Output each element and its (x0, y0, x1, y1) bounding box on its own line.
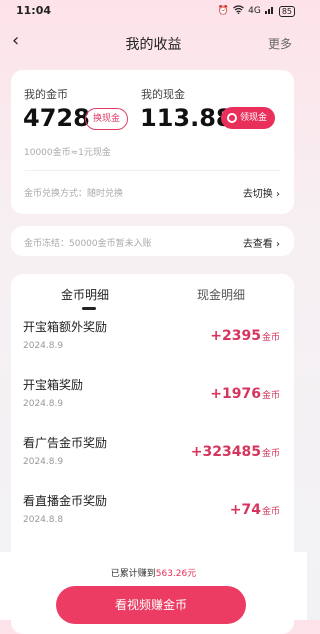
list-item: 看广告金币奖励 2024.8.9 +323485金币 (11, 434, 294, 492)
record-title: 开宝箱额外奖励 (23, 320, 108, 334)
coin-icon: ● (227, 113, 237, 123)
switch-mode-link[interactable]: 去切换 › (243, 185, 280, 200)
cash-value: 113.88 (140, 104, 233, 132)
status-icons: ⏰ 4G 85 (218, 5, 295, 17)
view-frozen-link[interactable]: 去查看 › (243, 235, 280, 250)
coin-label: 我的金币 (24, 88, 68, 101)
list-item: 开宝箱额外奖励 2024.8.9 +2395金币 (11, 318, 294, 376)
amount-unit: 金币 (261, 507, 280, 517)
record-date: 2024.8.9 (23, 457, 64, 467)
amount-unit: 金币 (261, 333, 280, 343)
tab-coin-detail[interactable]: 金币明细 (61, 286, 109, 303)
alarm-icon: ⏰ (217, 6, 230, 16)
freeze-text: 金币冻结：50000金币暂未入账 (24, 239, 152, 249)
amount-unit: 金币 (261, 449, 280, 459)
more-button[interactable]: 更多 (268, 35, 292, 52)
record-date: 2024.8.9 (23, 399, 64, 409)
top-nav: ‹ 我的收益 更多 (0, 26, 307, 56)
list-item: 开宝箱奖励 2024.8.9 +1976金币 (11, 376, 294, 434)
watch-video-earn-button[interactable]: 看视频赚金币 (56, 586, 246, 624)
status-bar: 11:04 ⏰ 4G 85 (0, 0, 307, 22)
balance-card: 我的金币 4728 换现金 我的现金 113.88 ● 领现金 10000金币≈… (11, 70, 294, 214)
tab-underline (82, 307, 96, 310)
amount-value: +1976 (210, 386, 261, 402)
record-amount: +2395金币 (210, 328, 280, 344)
amount-unit: 金币 (261, 391, 280, 401)
record-amount: +74金币 (230, 502, 280, 518)
total-value: 563.26元 (155, 569, 197, 579)
record-title: 看广告金币奖励 (23, 436, 108, 450)
divider (25, 170, 280, 171)
record-date: 2024.8.8 (23, 515, 64, 525)
exchange-cash-button[interactable]: 换现金 (85, 108, 129, 130)
bottom-bar: 已累计赚到563.26元 看视频赚金币 (0, 552, 307, 624)
record-amount: +1976金币 (210, 386, 280, 402)
tab-cash-detail[interactable]: 现金明细 (197, 286, 245, 303)
battery-icon: 85 (278, 5, 295, 17)
exchange-rate: 10000金币≈1元现金 (24, 148, 111, 158)
status-time: 11:04 (16, 4, 52, 17)
wifi-icon (233, 5, 244, 17)
record-date: 2024.8.9 (23, 341, 64, 351)
page-title: 我的收益 (125, 37, 182, 53)
amount-value: +2395 (210, 328, 261, 344)
signal-icon (264, 5, 275, 17)
withdraw-cash-button[interactable]: ● 领现金 (221, 107, 276, 129)
record-title: 看直播金币奖励 (23, 494, 108, 508)
freeze-card: 金币冻结：50000金币暂未入账 去查看 › (11, 226, 294, 256)
total-earned: 已累计赚到563.26元 (0, 566, 307, 579)
amount-value: +323485 (190, 444, 261, 460)
record-title: 开宝箱奖励 (23, 378, 84, 392)
exchange-mode: 金币兑换方式：随时兑换 (24, 189, 124, 199)
coin-value: 4728 (23, 104, 90, 132)
network-indicator: 4G (248, 6, 261, 16)
cash-label: 我的现金 (141, 88, 185, 101)
list-item: 看直播金币奖励 2024.8.8 +74金币 (11, 492, 294, 550)
record-amount: +323485金币 (191, 444, 280, 460)
withdraw-label: 领现金 (240, 113, 268, 123)
amount-value: +74 (229, 502, 261, 518)
total-prefix: 已累计赚到 (110, 569, 156, 579)
